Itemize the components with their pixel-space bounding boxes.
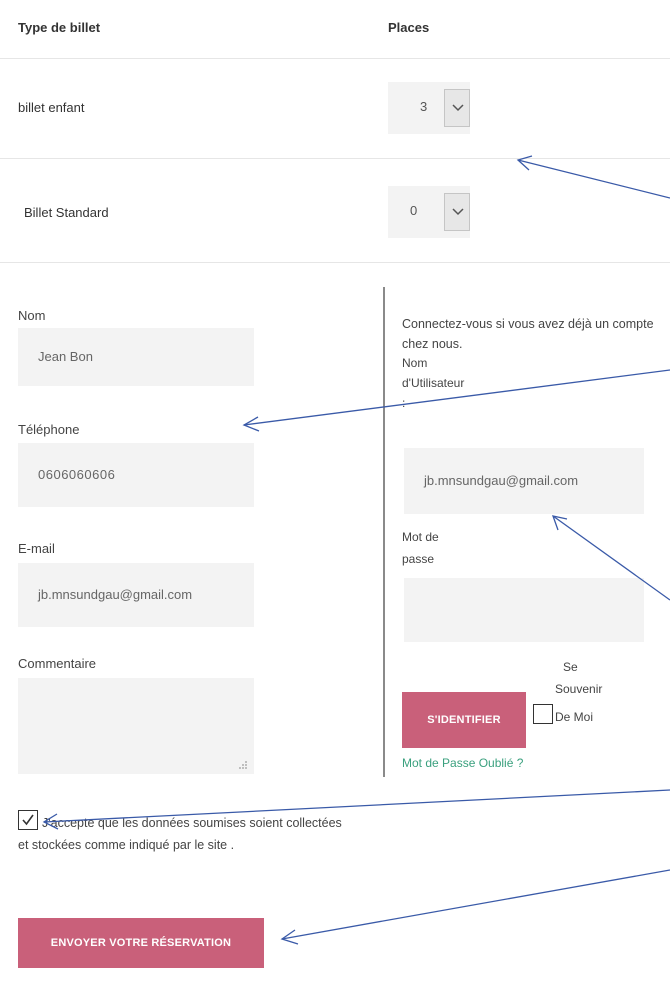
column-divider [383,287,385,777]
login-button[interactable]: S'IDENTIFIER [402,692,526,748]
telephone-input[interactable]: 0606060606 [18,443,254,507]
resize-handle-icon[interactable] [238,760,248,770]
row-divider [0,158,670,159]
telephone-value: 0606060606 [38,467,116,482]
ticket-type-label: billet enfant [18,100,85,115]
consent-text: J'accepte que les données soumises soien… [18,816,342,852]
quantity-select[interactable]: 0 [388,186,470,238]
email-label: E-mail [18,541,55,556]
submit-reservation-button[interactable]: ENVOYER VOTRE RÉSERVATION [18,918,264,968]
login-intro: Connectez-vous si vous avez déjà un comp… [402,317,654,351]
username-label-line1: Nom [402,356,428,370]
forgot-password-link[interactable]: Mot de Passe Oublié ? [402,756,523,770]
password-label-line2: passe [402,552,435,566]
username-input[interactable]: jb.mnsundgau@gmail.com [404,448,644,514]
commentaire-textarea[interactable] [18,678,254,774]
quantity-value: 0 [410,203,418,218]
col-header-places: Places [388,20,430,35]
email-input[interactable]: jb.mnsundgau@gmail.com [18,563,254,627]
password-input[interactable] [404,578,644,642]
quantity-select[interactable]: 3 [388,82,470,134]
username-label-line3: : [402,396,406,410]
col-header-type: Type de billet [18,20,101,35]
chevron-down-icon [452,208,464,216]
quantity-value: 3 [420,99,428,114]
telephone-label: Téléphone [18,422,80,437]
row-divider [0,58,670,59]
nom-value: Jean Bon [38,349,93,364]
ticket-type-label: Billet Standard [24,205,109,220]
username-label-line2: d'Utilisateur [402,376,465,390]
remember-me-checkbox[interactable] [533,704,553,724]
email-value: jb.mnsundgau@gmail.com [38,587,193,602]
chevron-down-icon [452,104,464,112]
nom-label: Nom [18,308,46,323]
remember-label-line1: Se [563,660,578,674]
dropdown-button[interactable] [444,89,470,127]
username-value: jb.mnsundgau@gmail.com [424,473,579,488]
dropdown-button[interactable] [444,193,470,231]
row-divider [0,262,670,263]
remember-label-line2: Souvenir [555,682,603,696]
password-label-line1: Mot de [402,530,439,544]
nom-input[interactable]: Jean Bon [18,328,254,386]
commentaire-label: Commentaire [18,656,97,671]
remember-label-line3: De Moi [555,710,594,724]
